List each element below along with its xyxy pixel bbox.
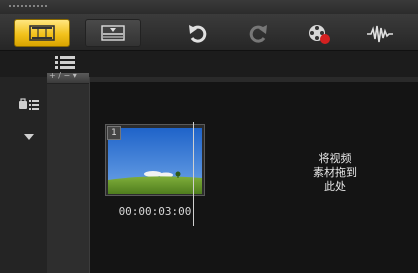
track-column [47, 77, 90, 273]
clip-index-badge: 1 [107, 126, 121, 140]
zoom-control[interactable]: + / − ▾ [47, 71, 89, 84]
zoom-label: + / − ▾ [49, 71, 77, 80]
track-manager-button[interactable] [18, 97, 40, 116]
record-capture-button[interactable] [306, 23, 330, 45]
storyboard-view-button[interactable] [14, 19, 70, 47]
undo-button[interactable] [186, 23, 210, 45]
audio-mix-button[interactable] [366, 23, 394, 45]
list-icon [55, 56, 75, 69]
track-manager-panel [0, 77, 48, 273]
redo-button[interactable] [246, 23, 270, 45]
drop-hint-text: 将视频 素材拖到 此处 [313, 152, 357, 193]
audio-waveform-icon [367, 25, 393, 43]
track-manager-icon [19, 98, 39, 110]
video-clip-thumbnail[interactable]: 1 [105, 124, 205, 196]
chevron-down-icon [24, 134, 34, 140]
toolbar [0, 14, 418, 51]
window-grip[interactable] [0, 0, 418, 14]
timeline-view-button[interactable] [85, 19, 141, 47]
clip-preview-image [108, 128, 202, 194]
playhead-line[interactable] [193, 122, 194, 226]
redo-icon [249, 25, 267, 43]
timeline-icon [101, 25, 125, 41]
filmstrip-icon [29, 25, 55, 41]
grip-dots [8, 4, 48, 8]
undo-icon [189, 25, 207, 43]
clip-duration: 00:00:03:00 [118, 205, 192, 218]
film-reel-record-icon [309, 25, 330, 44]
expand-button[interactable] [24, 126, 34, 145]
